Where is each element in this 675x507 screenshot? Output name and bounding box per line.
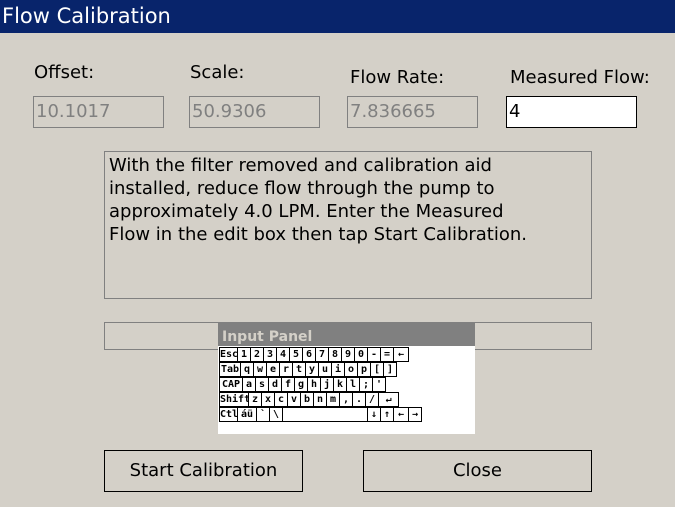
start-calibration-button[interactable]: Start Calibration [104,450,303,492]
key-a[interactable]: a [242,377,256,392]
offset-field: 10.1017 [33,96,164,128]
key-g[interactable]: g [294,377,308,392]
scale-field: 50.9306 [189,96,320,128]
key-.[interactable]: . [352,392,366,407]
flow-rate-label: Flow Rate: [350,67,445,88]
key-t[interactable]: t [292,362,306,377]
key-o[interactable]: o [344,362,358,377]
key-z[interactable]: z [248,392,262,407]
key-,[interactable]: , [339,392,353,407]
key-c[interactable]: c [274,392,288,407]
key-0[interactable]: 0 [354,347,368,362]
key-h[interactable]: h [307,377,321,392]
key-space[interactable] [282,407,368,422]
key-Ctl[interactable]: Ctl [219,407,238,422]
key-s[interactable]: s [255,377,269,392]
key-6[interactable]: 6 [302,347,316,362]
flow-rate-field: 7.836665 [347,96,478,128]
keyboard-row: Ctl áü ` \ ↓ ↑ ← → [219,407,474,423]
keyboard-row: Shift z x c v b n m,. / ↵ [219,392,474,408]
key-Shift[interactable]: Shift [219,392,249,407]
key-v[interactable]: v [287,392,301,407]
key-][interactable]: ] [383,362,397,377]
scale-label: Scale: [190,62,245,83]
key-k[interactable]: k [333,377,347,392]
key-q[interactable]: q [240,362,254,377]
key-/[interactable]: / [365,392,379,407]
key-3[interactable]: 3 [263,347,277,362]
key--[interactable]: - [367,347,381,362]
measured-flow-input[interactable]: 4 [506,96,637,128]
key-áü[interactable]: áü [237,407,257,422]
key-↑[interactable]: ↑ [380,407,394,422]
keyboard-row: CAP a s d f g h j k l; ' [219,377,474,393]
key-\[interactable]: \ [269,407,283,422]
key-u[interactable]: u [318,362,332,377]
input-panel[interactable]: Input Panel Esc 1 2 3 4 5 6 7 8 9 0- = ← Tab q w e r t y u i o… [218,322,475,434]
key-y[interactable]: y [305,362,319,377]
flow-calibration-window: Flow Calibration Offset: Scale: Flow Rat… [0,0,675,507]
key-;[interactable]: ; [359,377,373,392]
key-CAP[interactable]: CAP [219,377,243,392]
key-'[interactable]: ' [372,377,386,392]
key-9[interactable]: 9 [341,347,355,362]
key-`[interactable]: ` [256,407,270,422]
key-↓[interactable]: ↓ [367,407,381,422]
key-m[interactable]: m [326,392,340,407]
keyboard-row: Esc 1 2 3 4 5 6 7 8 9 0- = ← [219,347,474,363]
input-panel-title: Input Panel [218,322,475,346]
key-8[interactable]: 8 [328,347,342,362]
offset-label: Offset: [34,62,95,83]
key-w[interactable]: w [253,362,267,377]
key-n[interactable]: n [313,392,327,407]
key-x[interactable]: x [261,392,275,407]
keyboard-row: Tab q w e r t y u i o p[] [219,362,474,378]
instructions-text: With the filter removed and calibration … [104,151,592,299]
key-b[interactable]: b [300,392,314,407]
key-→[interactable]: → [408,407,422,422]
key-Esc[interactable]: Esc [219,347,238,362]
key-Tab[interactable]: Tab [219,362,241,377]
key-i[interactable]: i [331,362,345,377]
key-2[interactable]: 2 [250,347,264,362]
measured-flow-label: Measured Flow: [510,67,650,88]
key-↵[interactable]: ↵ [378,392,399,407]
key-e[interactable]: e [266,362,280,377]
key-r[interactable]: r [279,362,293,377]
key-←[interactable]: ← [393,347,409,362]
key-f[interactable]: f [281,377,295,392]
key-7[interactable]: 7 [315,347,329,362]
window-title: Flow Calibration [0,0,675,33]
key-p[interactable]: p [357,362,371,377]
key-[[interactable]: [ [370,362,384,377]
key-=[interactable]: = [380,347,394,362]
key-4[interactable]: 4 [276,347,290,362]
key-←[interactable]: ← [393,407,409,422]
key-d[interactable]: d [268,377,282,392]
key-1[interactable]: 1 [237,347,251,362]
key-5[interactable]: 5 [289,347,303,362]
key-j[interactable]: j [320,377,334,392]
key-l[interactable]: l [346,377,360,392]
close-button[interactable]: Close [363,450,592,492]
